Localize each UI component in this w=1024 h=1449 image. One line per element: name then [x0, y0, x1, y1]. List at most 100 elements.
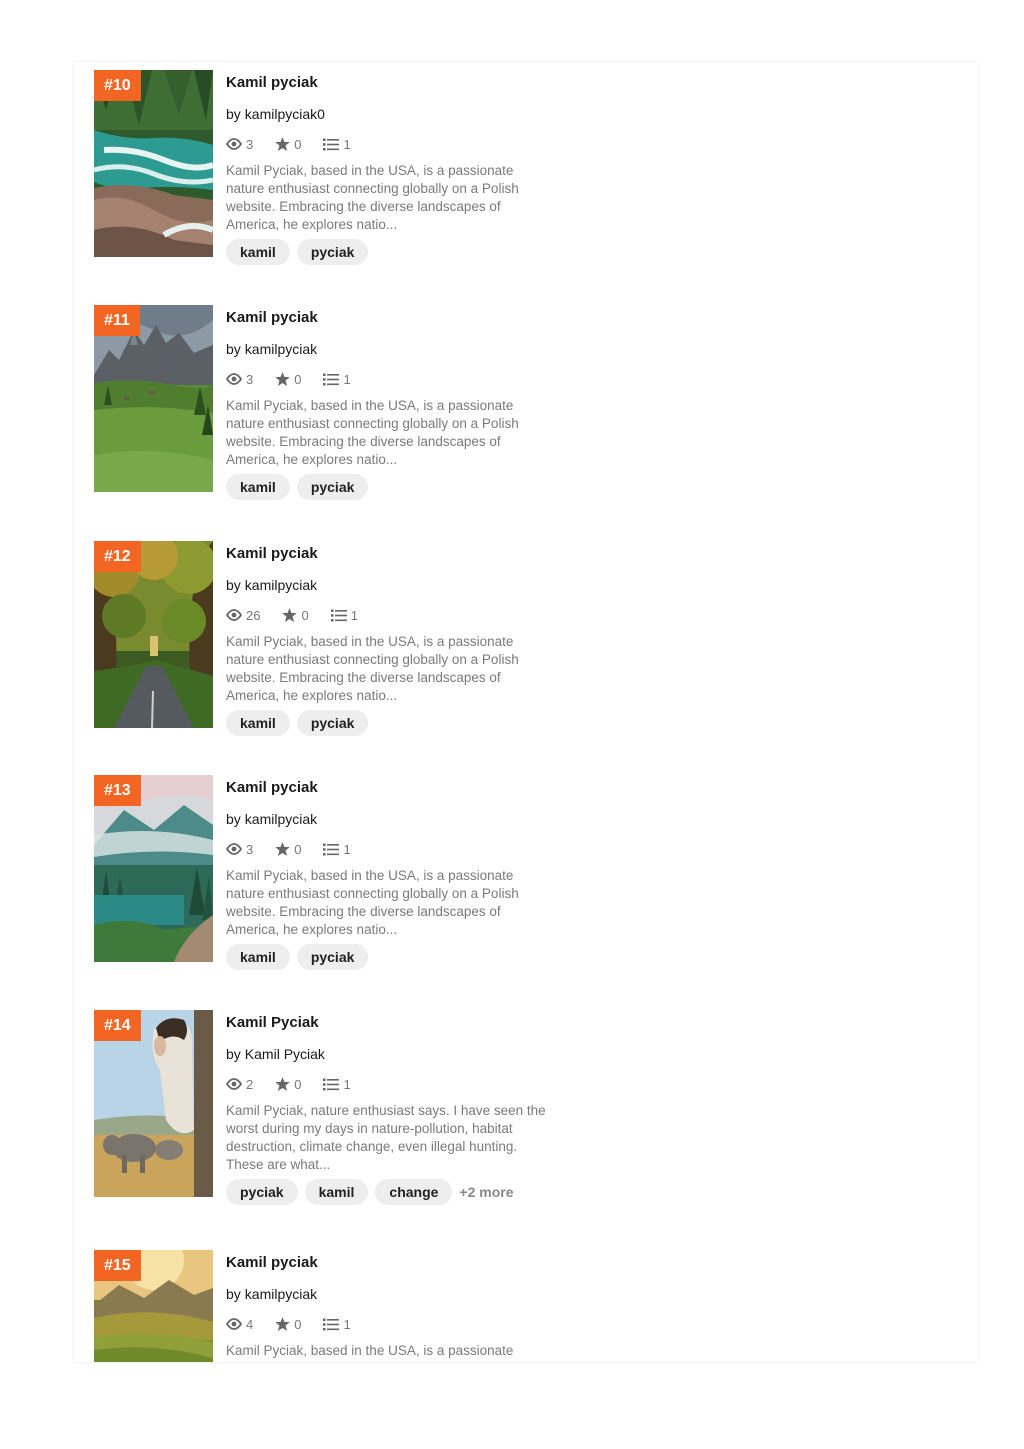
item-stats: 26 0 1 — [226, 606, 546, 624]
thumbnail[interactable]: #10 — [94, 70, 213, 257]
stars-count: 0 — [294, 841, 302, 857]
by-label: by — [226, 106, 241, 122]
author-link[interactable]: kamilpyciak0 — [245, 106, 325, 122]
author-link[interactable]: Kamil Pyciak — [245, 1046, 325, 1062]
rank-badge: #12 — [94, 541, 141, 572]
item-info: Kamil pyciak by kamilpyciak 26 0 1 Kamil … — [226, 541, 546, 736]
tag-chip[interactable]: pyciak — [226, 1179, 298, 1205]
star-icon — [275, 372, 291, 386]
list-item[interactable]: #10 Kamil pyciak by kamilpyciak0 3 0 1 Ka… — [94, 70, 554, 270]
author-link[interactable]: kamilpyciak — [245, 1286, 317, 1302]
tag-chip[interactable]: change — [375, 1179, 453, 1205]
stars-count: 0 — [301, 607, 309, 623]
views-stat: 3 — [226, 137, 253, 152]
list-icon — [323, 373, 340, 385]
item-description: Kamil Pyciak, based in the USA, is a pas… — [226, 868, 519, 937]
tag-chip[interactable]: kamil — [304, 1179, 369, 1205]
item-author: by Kamil Pyciak — [226, 1045, 546, 1063]
eye-icon — [226, 373, 242, 385]
author-link[interactable]: kamilpyciak — [245, 577, 317, 593]
item-description: Kamil Pyciak, based in the USA, is a pas… — [226, 163, 519, 232]
eye-icon — [226, 1318, 242, 1330]
thumbnail[interactable]: #13 — [94, 775, 213, 962]
stars-stat: 0 — [275, 372, 301, 387]
by-label: by — [226, 1046, 241, 1062]
item-title[interactable]: Kamil pyciak — [226, 308, 546, 328]
tag-chip[interactable]: pyciak — [296, 710, 369, 736]
views-count: 3 — [246, 136, 254, 152]
list-icon — [323, 1078, 340, 1090]
tag-chip[interactable]: pyciak — [296, 239, 369, 265]
tag-list: kamil pyciak — [226, 710, 546, 736]
by-label: by — [226, 1286, 241, 1302]
by-label: by — [226, 811, 241, 827]
tag-chip[interactable]: pyciak — [296, 474, 369, 500]
views-stat: 4 — [226, 1317, 253, 1332]
tag-chip[interactable]: kamil — [226, 239, 290, 265]
item-info: Kamil pyciak by kamilpyciak 3 0 1 Kamil P… — [226, 305, 546, 500]
star-icon — [275, 1077, 291, 1091]
views-stat: 26 — [226, 608, 260, 623]
thumbnail[interactable]: #15 — [94, 1250, 213, 1362]
item-stats: 2 0 1 — [226, 1075, 546, 1093]
eye-icon — [226, 138, 242, 150]
item-info: Kamil pyciak by kamilpyciak 3 0 1 Kamil P… — [226, 775, 546, 970]
lists-count: 1 — [343, 841, 351, 857]
author-link[interactable]: kamilpyciak — [245, 341, 317, 357]
item-title[interactable]: Kamil pyciak — [226, 1253, 546, 1273]
list-item[interactable]: #15 Kamil pyciak by kamilpyciak 4 0 1 Kam… — [94, 1250, 554, 1362]
tag-list: pyciak kamil change +2 more — [226, 1179, 546, 1205]
thumbnail[interactable]: #11 — [94, 305, 213, 492]
author-link[interactable]: kamilpyciak — [245, 811, 317, 827]
lists-stat: 1 — [323, 1316, 351, 1332]
views-stat: 3 — [226, 842, 253, 857]
star-icon — [275, 842, 291, 856]
item-author: by kamilpyciak — [226, 340, 546, 358]
item-author: by kamilpyciak — [226, 576, 546, 594]
stars-stat: 0 — [282, 607, 309, 623]
eye-icon — [226, 1078, 242, 1090]
item-stats: 3 0 1 — [226, 370, 546, 388]
more-tags-link[interactable]: +2 more — [459, 1184, 513, 1200]
lists-stat: 1 — [323, 841, 351, 857]
lists-count: 1 — [343, 136, 351, 152]
item-title[interactable]: Kamil Pyciak — [226, 1013, 546, 1033]
item-title[interactable]: Kamil pyciak — [226, 778, 546, 798]
item-info: Kamil pyciak by kamilpyciak0 3 0 1 Kamil … — [226, 70, 546, 265]
tag-list: kamil pyciak — [226, 944, 546, 970]
list-icon — [330, 609, 347, 621]
story-list-panel: #10 Kamil pyciak by kamilpyciak0 3 0 1 Ka… — [74, 62, 978, 1362]
tag-chip[interactable]: kamil — [226, 474, 290, 500]
item-author: by kamilpyciak0 — [226, 105, 546, 123]
list-icon — [323, 843, 340, 855]
tag-list: kamil pyciak — [226, 239, 546, 265]
item-description: Kamil Pyciak, based in the USA, is a pas… — [226, 1343, 514, 1358]
list-item[interactable]: #13 Kamil pyciak by kamilpyciak 3 0 1 Kam… — [94, 775, 554, 975]
item-stats: 4 0 1 — [226, 1315, 546, 1333]
rank-badge: #15 — [94, 1250, 141, 1281]
tag-chip[interactable]: kamil — [226, 710, 290, 736]
item-title[interactable]: Kamil pyciak — [226, 544, 546, 564]
item-description: Kamil Pyciak, nature enthusiast says. I … — [226, 1103, 546, 1172]
item-title[interactable]: Kamil pyciak — [226, 73, 546, 93]
thumbnail[interactable]: #12 — [94, 541, 213, 728]
lists-stat: 1 — [323, 136, 351, 152]
star-icon — [282, 608, 298, 622]
eye-icon — [226, 843, 242, 855]
list-item[interactable]: #12 Kamil pyciak by kamilpyciak 26 0 1 Ka… — [94, 541, 554, 741]
tag-chip[interactable]: kamil — [226, 944, 290, 970]
thumbnail[interactable]: #14 — [94, 1010, 213, 1197]
lists-count: 1 — [343, 1316, 351, 1332]
list-item[interactable]: #11 Kamil pyciak by kamilpyciak 3 0 1 Kam… — [94, 305, 554, 505]
rank-badge: #13 — [94, 775, 141, 806]
tag-list: kamil pyciak — [226, 474, 546, 500]
rank-badge: #10 — [94, 70, 141, 101]
rank-badge: #14 — [94, 1010, 141, 1041]
tag-chip[interactable]: pyciak — [296, 944, 369, 970]
item-info: Kamil Pyciak by Kamil Pyciak 2 0 1 Kamil … — [226, 1010, 546, 1205]
stars-count: 0 — [294, 136, 302, 152]
item-stats: 3 0 1 — [226, 135, 546, 153]
list-item[interactable]: #14 Kamil Pyciak by Kamil Pyciak 2 0 1 Ka… — [94, 1010, 554, 1210]
lists-count: 1 — [343, 1076, 351, 1092]
lists-stat: 1 — [330, 608, 358, 623]
